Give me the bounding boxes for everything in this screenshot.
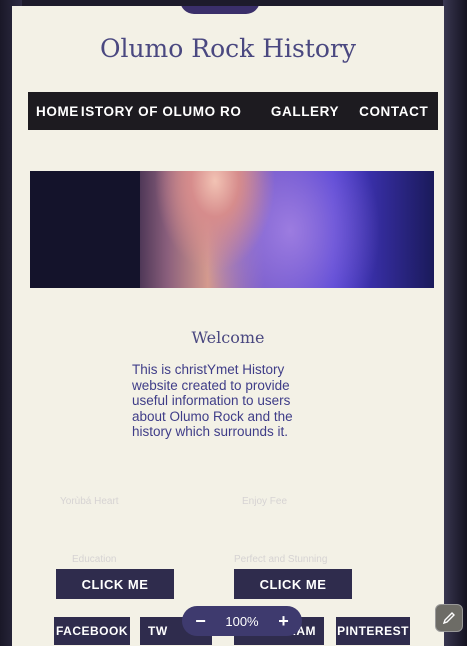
nav-item-contact[interactable]: CONTACT bbox=[339, 104, 428, 119]
nav-item-history[interactable]: ISTORY OF OLUMO RO bbox=[79, 104, 257, 119]
click-me-button-left[interactable]: CLICK ME bbox=[56, 569, 174, 599]
site-title: Olumo Rock History bbox=[99, 34, 357, 63]
webpage-screen: Olumo Rock History HOME ISTORY OF OLUMO … bbox=[12, 6, 444, 646]
hero-image-dark-panel bbox=[30, 171, 140, 288]
zoom-in-button[interactable]: + bbox=[272, 611, 296, 632]
pinterest-button[interactable]: PINTEREST bbox=[336, 617, 410, 645]
navbar: HOME ISTORY OF OLUMO RO GALLERY CONTACT bbox=[28, 92, 438, 130]
device-notch bbox=[180, 6, 260, 14]
click-me-button-right[interactable]: CLICK ME bbox=[234, 569, 352, 599]
hero-image bbox=[30, 171, 434, 288]
feature-label: Perfect and Stunning bbox=[234, 554, 328, 565]
facebook-button[interactable]: FACEBOOK bbox=[54, 617, 130, 645]
device-bezel-right bbox=[443, 0, 467, 646]
nav-item-history-label: ISTORY OF OLUMO RO bbox=[80, 103, 242, 119]
welcome-text: This is christYmet History website creat… bbox=[132, 362, 293, 439]
feature-label: Education bbox=[72, 554, 117, 565]
feature-label: Enjoy Fee bbox=[242, 496, 288, 507]
zoom-out-button[interactable]: − bbox=[188, 611, 212, 632]
pencil-icon[interactable] bbox=[435, 604, 463, 632]
feature-label: Yorùbá Heart bbox=[60, 496, 119, 507]
zoom-level: 100% bbox=[225, 613, 259, 629]
zoom-control: − 100% + bbox=[182, 606, 302, 636]
nav-item-home[interactable]: HOME bbox=[28, 104, 79, 119]
nav-item-gallery[interactable]: GALLERY bbox=[257, 104, 339, 119]
pencil-icon-glyph bbox=[442, 612, 455, 625]
welcome-title: Welcome bbox=[191, 328, 265, 347]
